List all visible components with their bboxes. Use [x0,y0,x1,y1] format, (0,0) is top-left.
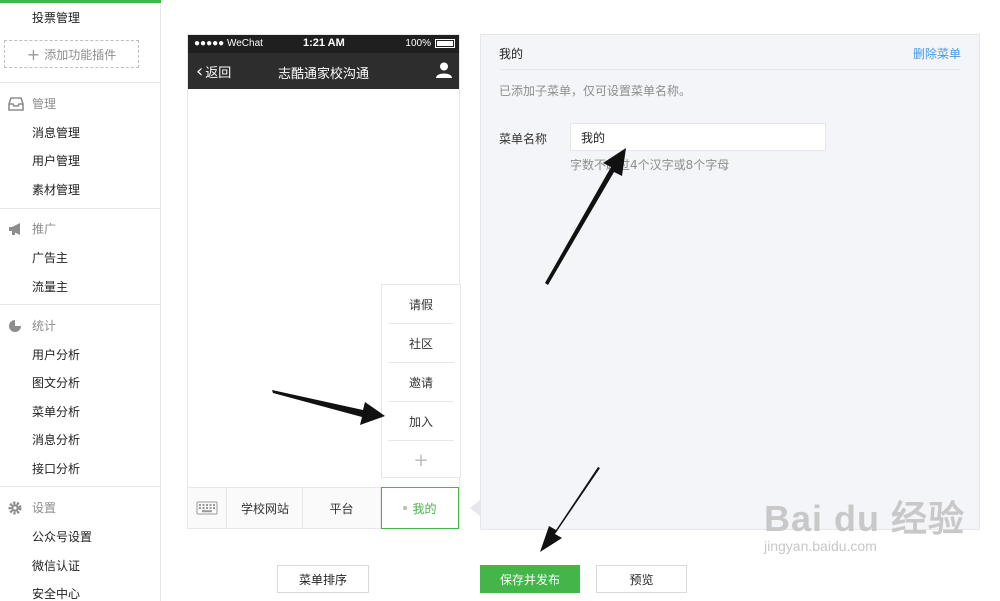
sidebar-item-users[interactable]: 用户管理 [32,152,80,169]
keyboard-toggle[interactable] [188,488,227,528]
menu-sort-button[interactable]: 菜单排序 [277,565,369,593]
add-plugin-button[interactable]: + 添加功能插件 [4,40,139,68]
sidebar-item-advertiser[interactable]: 广告主 [32,249,68,266]
carrier-label: ●●●●● WeChat [194,38,263,49]
menu-item-platform[interactable]: 平台 [303,488,381,528]
menu-name-hint: 字数不超过4个汉字或8个字母 [570,158,730,172]
keyboard-icon [196,501,218,515]
pie-chart-icon [9,319,21,332]
menu-name-label: 菜单名称 [499,132,548,146]
sidebar-divider [0,82,160,83]
back-button[interactable]: ‹ 返回 [196,62,231,81]
panel-title: 我的 [499,47,524,61]
sidebar-item-verification[interactable]: 微信认证 [32,557,80,574]
menu-item-mine-label: 我的 [412,501,437,516]
sidebar-item-api-analysis[interactable]: 接口分析 [32,460,80,477]
save-publish-button[interactable]: 保存并发布 [480,565,580,593]
sidebar-item-article-analysis[interactable]: 图文分析 [32,374,80,391]
submenu-list: 请假 社区 邀请 加入 + [381,284,461,478]
baidu-watermark: Bai du 经验 jingyan.baidu.com [764,490,965,554]
back-label: 返回 [205,66,232,81]
plus-icon: + [26,44,41,64]
add-submenu-button[interactable]: + [388,441,454,480]
sidebar-divider [0,208,160,209]
sidebar-item-user-analysis[interactable]: 用户分析 [32,346,80,363]
sidebar-item-vote[interactable]: 投票管理 [32,9,80,26]
submenu-item-leave[interactable]: 请假 [388,285,454,324]
battery-label: 100% [405,38,431,49]
delete-menu-link[interactable]: 删除菜单 [913,45,961,62]
sidebar-item-account-settings[interactable]: 公众号设置 [32,528,92,545]
add-plugin-label: 添加功能插件 [44,47,117,62]
sidebar-item-security[interactable]: 安全中心 [32,585,80,601]
clock-label: 1:21 AM [303,37,345,49]
user-icon[interactable] [435,61,453,79]
chevron-left-icon: ‹ [196,60,204,82]
account-title: 志酷通家校沟通 [278,67,370,82]
phone-status-bar: ●●●●● WeChat 1:21 AM 100% [188,35,459,53]
wechat-menu-editor: 投票管理 + 添加功能插件 管理 消息管理 用户管理 素材管理 推广 广告主 流… [0,0,1000,601]
panel-note: 已添加子菜单，仅可设置菜单名称。 [499,84,692,98]
sidebar-section-stats: 统计 [8,317,56,334]
phone-menu-bar: 学校网站 平台 我的 [187,487,460,529]
sidebar-item-materials[interactable]: 素材管理 [32,181,80,198]
sidebar-divider [0,486,160,487]
preview-button[interactable]: 预览 [596,565,687,593]
sidebar-section-settings: 设置 [8,499,56,516]
panel-divider [499,69,961,70]
sidebar-section-promote: 推广 [8,220,56,237]
panel-pointer [470,500,480,516]
sidebar-item-traffic[interactable]: 流量主 [32,278,68,295]
menu-edit-panel: 我的 删除菜单 已添加子菜单，仅可设置菜单名称。 菜单名称 我的 字数不超过4个… [480,34,980,530]
menu-item-school-site[interactable]: 学校网站 [228,488,303,528]
menu-item-mine[interactable]: 我的 [381,487,459,529]
submenu-item-join[interactable]: 加入 [388,402,454,441]
sidebar-divider [0,304,160,305]
submenu-item-invite[interactable]: 邀请 [388,363,454,402]
inbox-icon [8,96,24,111]
megaphone-icon [9,222,20,235]
sidebar-item-menu-analysis[interactable]: 菜单分析 [32,403,80,420]
sidebar: 投票管理 + 添加功能插件 管理 消息管理 用户管理 素材管理 推广 广告主 流… [0,0,161,601]
menu-name-input[interactable]: 我的 [570,123,826,151]
sidebar-item-messages[interactable]: 消息管理 [32,124,80,141]
watermark-brand: Bai du 经验 [764,498,966,539]
sidebar-section-manage: 管理 [8,95,56,112]
battery-icon [435,39,455,48]
submenu-item-community[interactable]: 社区 [388,324,454,363]
phone-nav-bar: ‹ 返回 志酷通家校沟通 [188,53,459,89]
drag-dot-icon [403,506,408,510]
sidebar-item-message-analysis[interactable]: 消息分析 [32,431,80,448]
sidebar-active-indicator [0,0,161,3]
gear-icon [8,501,22,514]
